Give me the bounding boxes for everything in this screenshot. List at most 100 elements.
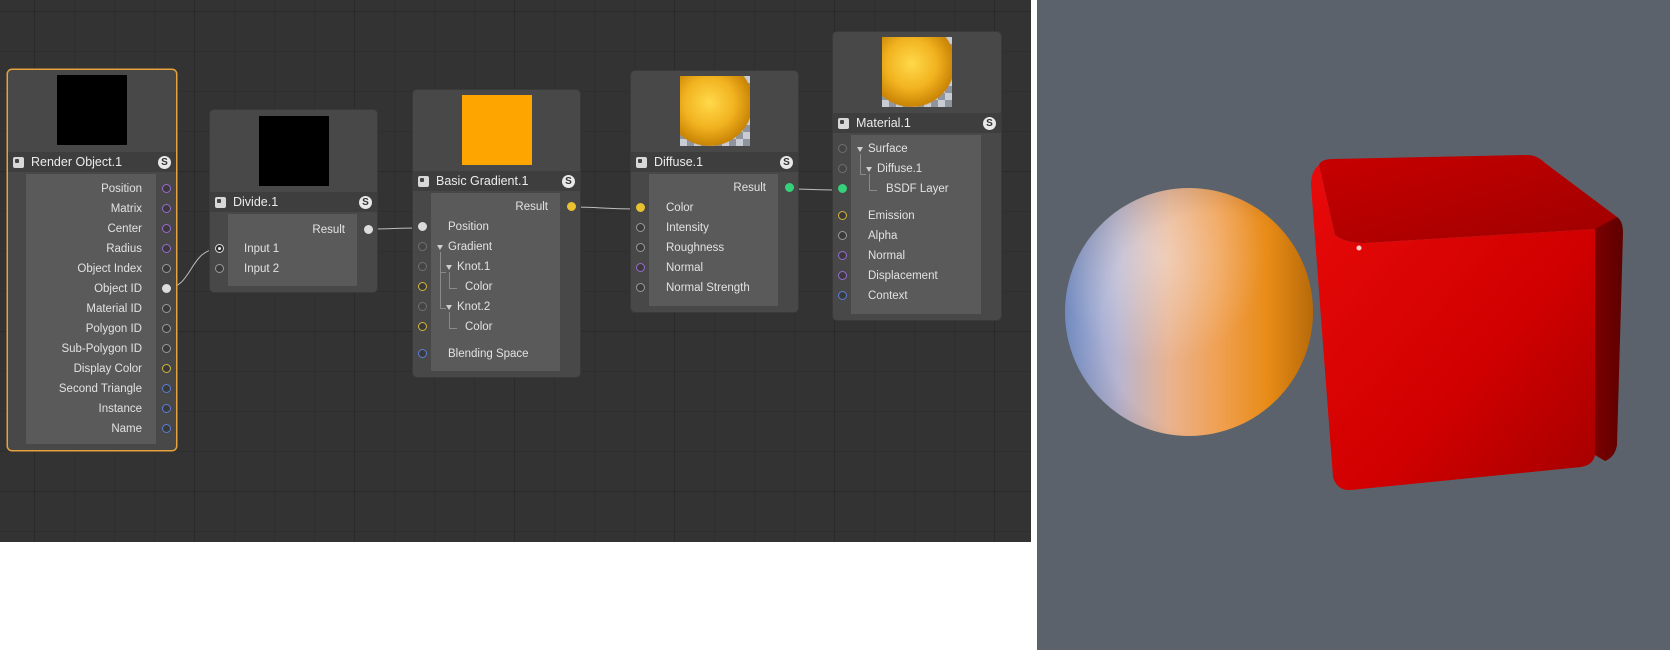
port-surface-in[interactable]	[838, 144, 847, 153]
node-header[interactable]: Basic Gradient.1 S	[413, 171, 580, 191]
port-knot-2-in[interactable]	[418, 302, 427, 311]
port-position-out[interactable]	[162, 184, 171, 193]
port-matrix-out[interactable]	[162, 204, 171, 213]
port-knot-2-color-in[interactable]	[418, 322, 427, 331]
expand-triangle-icon[interactable]	[437, 245, 443, 250]
render-object-preview	[57, 75, 127, 145]
expand-triangle-icon[interactable]	[866, 167, 872, 172]
port-emission-in[interactable]	[838, 211, 847, 220]
tree-connector	[869, 174, 877, 191]
port-label: Radius	[106, 243, 142, 255]
tree-connector	[440, 272, 446, 309]
diffuse-preview	[679, 76, 750, 146]
node-render-object[interactable]: Render Object.1 S Position Matrix Center…	[8, 70, 176, 450]
port-input-1-in[interactable]	[215, 244, 224, 253]
node-type-icon	[418, 175, 429, 187]
port-label: Object ID	[94, 283, 142, 295]
port-label: Matrix	[110, 203, 142, 215]
port-radius-out[interactable]	[162, 244, 171, 253]
cube-highlight	[1356, 245, 1362, 251]
port-material-id-out[interactable]	[162, 304, 171, 313]
node-type-icon	[636, 156, 647, 168]
node-header[interactable]: Divide.1 S	[210, 192, 377, 212]
port-instance-out[interactable]	[162, 404, 171, 413]
port-label: Context	[868, 290, 908, 302]
solo-icon[interactable]: S	[359, 195, 372, 209]
port-gradient-in[interactable]	[418, 242, 427, 251]
port-result-out[interactable]	[785, 183, 794, 192]
port-normal-strength-in[interactable]	[636, 283, 645, 292]
port-label: Position	[101, 183, 142, 195]
port-sub-polygon-id-out[interactable]	[162, 344, 171, 353]
port-alpha-in[interactable]	[838, 231, 847, 240]
node-editor[interactable]: Render Object.1 S Position Matrix Center…	[0, 0, 1031, 542]
port-label: Intensity	[666, 222, 709, 234]
node-title: Material.1	[856, 116, 911, 130]
port-name-out[interactable]	[162, 424, 171, 433]
port-blending-space-in[interactable]	[418, 349, 427, 358]
port-color-in[interactable]	[636, 203, 645, 212]
node-material[interactable]: Material.1 S Surface Diffuse.1 BSDF Laye…	[833, 32, 1001, 320]
port-knot-1-color-in[interactable]	[418, 282, 427, 291]
port-object-id-out[interactable]	[162, 284, 171, 293]
port-label: Gradient	[448, 241, 493, 253]
port-result-out[interactable]	[567, 202, 576, 211]
port-label: Diffuse.1	[877, 163, 923, 175]
result-label: Result	[312, 224, 345, 236]
cube-side-face	[1595, 217, 1623, 461]
node-title: Basic Gradient.1	[436, 174, 529, 188]
solo-icon[interactable]: S	[562, 174, 575, 188]
node-body: Position Matrix Center Radius Object Ind…	[8, 174, 176, 450]
cube-top-face	[1319, 155, 1617, 243]
port-displacement-in[interactable]	[838, 271, 847, 280]
port-diffuse-layer-in[interactable]	[838, 164, 847, 173]
port-input-2-in[interactable]	[215, 264, 224, 273]
port-polygon-id-out[interactable]	[162, 324, 171, 333]
port-roughness-in[interactable]	[636, 243, 645, 252]
port-label: Blending Space	[448, 348, 529, 360]
expand-triangle-icon[interactable]	[446, 305, 452, 310]
port-label: Display Color	[73, 363, 142, 375]
expand-triangle-icon[interactable]	[857, 147, 863, 152]
gradient-preview	[461, 95, 532, 165]
port-label: Displacement	[868, 270, 938, 282]
port-label: Normal	[666, 262, 704, 274]
solo-icon[interactable]: S	[158, 155, 171, 169]
wire-gradient-result-to-color	[570, 206, 640, 210]
port-result-out[interactable]	[364, 225, 373, 234]
port-label: BSDF Layer	[886, 183, 949, 195]
port-second-triangle-out[interactable]	[162, 384, 171, 393]
port-label: Normal Strength	[666, 282, 750, 294]
node-title: Divide.1	[233, 195, 279, 209]
port-position-in[interactable]	[418, 222, 427, 231]
node-type-icon	[215, 196, 226, 208]
node-basic-gradient[interactable]: Basic Gradient.1 S Result Position Gradi…	[413, 90, 580, 377]
port-knot-1-in[interactable]	[418, 262, 427, 271]
node-type-icon	[13, 156, 24, 168]
port-context-in[interactable]	[838, 291, 847, 300]
port-object-index-out[interactable]	[162, 264, 171, 273]
port-label: Knot.2	[457, 301, 491, 313]
node-divide[interactable]: Divide.1 S Result Input 1 Input 2	[210, 110, 377, 292]
result-label: Result	[733, 182, 766, 194]
node-diffuse[interactable]: Diffuse.1 S Result Color Intensity Rough…	[631, 71, 798, 312]
expand-triangle-icon[interactable]	[446, 265, 452, 270]
port-display-color-out[interactable]	[162, 364, 171, 373]
solo-icon[interactable]: S	[983, 116, 996, 130]
port-label: Material ID	[86, 303, 142, 315]
node-body: Result Input 1 Input 2	[210, 214, 377, 292]
port-normal-in[interactable]	[636, 263, 645, 272]
port-center-out[interactable]	[162, 224, 171, 233]
node-header[interactable]: Material.1 S	[833, 113, 1001, 133]
port-intensity-in[interactable]	[636, 223, 645, 232]
node-header[interactable]: Diffuse.1 S	[631, 152, 798, 172]
tree-connector	[449, 312, 457, 329]
port-label: Name	[111, 423, 142, 435]
solo-icon[interactable]: S	[780, 155, 793, 169]
port-label: Object Index	[77, 263, 142, 275]
node-body: Surface Diffuse.1 BSDF Layer Emission Al…	[833, 135, 1001, 320]
port-bsdf-layer-in[interactable]	[838, 184, 847, 193]
port-normal-in[interactable]	[838, 251, 847, 260]
port-label: Emission	[868, 210, 915, 222]
node-header[interactable]: Render Object.1 S	[8, 152, 176, 172]
